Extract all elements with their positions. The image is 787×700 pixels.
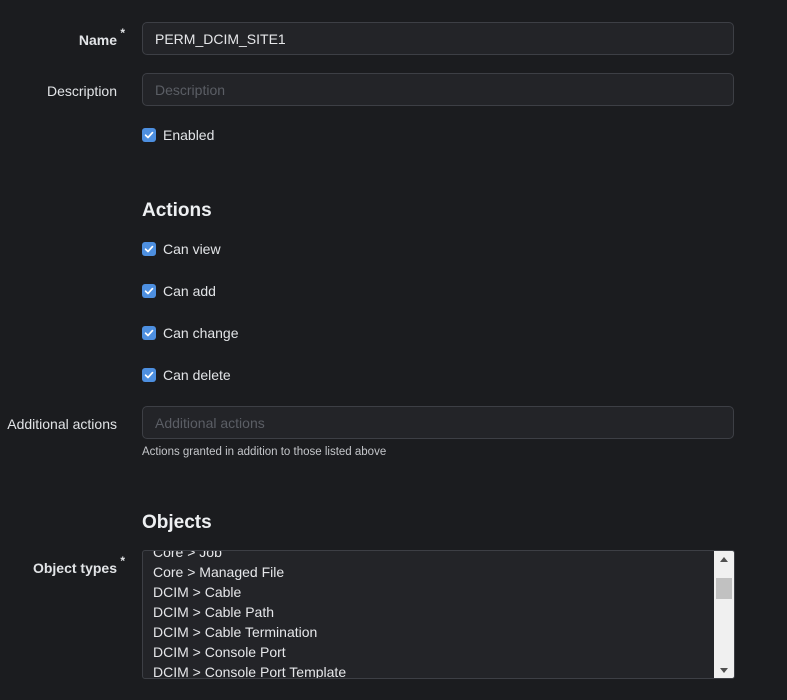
name-input[interactable] (142, 22, 734, 55)
enabled-checkbox-row[interactable]: Enabled (142, 126, 214, 144)
can-add-checkbox-row[interactable]: Can add (142, 282, 216, 300)
enabled-label: Enabled (163, 127, 215, 143)
list-item[interactable]: Core > Job (143, 551, 714, 562)
can-change-checkbox-row[interactable]: Can change (142, 324, 239, 342)
checkmark-icon (144, 329, 154, 337)
description-label: Description (46, 83, 117, 99)
required-asterisk: * (120, 554, 125, 568)
object-types-label: Object types * (32, 554, 125, 576)
additional-actions-label: Additional actions (7, 416, 117, 432)
can-view-label: Can view (163, 241, 221, 257)
list-item[interactable]: DCIM > Console Port (143, 642, 714, 662)
list-item[interactable]: DCIM > Cable (143, 582, 714, 602)
objects-section-title: Objects (142, 512, 212, 533)
checkmark-icon (144, 287, 154, 295)
can-delete-checkbox[interactable] (142, 368, 156, 382)
can-add-label: Can add (163, 283, 216, 299)
list-item[interactable]: Core > Managed File (143, 562, 714, 582)
checkmark-icon (144, 371, 154, 379)
object-types-options: Core > Job Core > Managed File DCIM > Ca… (143, 551, 714, 678)
name-label: Name * (78, 26, 125, 48)
description-input[interactable] (142, 73, 734, 106)
can-change-checkbox[interactable] (142, 326, 156, 340)
can-view-checkbox-row[interactable]: Can view (142, 240, 221, 258)
can-view-checkbox[interactable] (142, 242, 156, 256)
list-item[interactable]: DCIM > Console Port Template (143, 662, 714, 678)
list-item[interactable]: DCIM > Cable Termination (143, 622, 714, 642)
scroll-up-arrow-icon[interactable] (714, 551, 734, 567)
can-delete-checkbox-row[interactable]: Can delete (142, 366, 231, 384)
required-asterisk: * (120, 26, 125, 40)
can-change-label: Can change (163, 325, 239, 341)
object-types-listbox[interactable]: Core > Job Core > Managed File DCIM > Ca… (142, 550, 735, 679)
can-delete-label: Can delete (163, 367, 231, 383)
actions-section-title: Actions (142, 200, 212, 221)
enabled-checkbox[interactable] (142, 128, 156, 142)
scrollbar-thumb[interactable] (716, 578, 732, 599)
additional-actions-input[interactable] (142, 406, 734, 439)
scroll-down-arrow-icon[interactable] (714, 662, 734, 678)
can-add-checkbox[interactable] (142, 284, 156, 298)
checkmark-icon (144, 131, 154, 139)
listbox-scrollbar[interactable] (714, 551, 734, 678)
list-item[interactable]: DCIM > Cable Path (143, 602, 714, 622)
checkmark-icon (144, 245, 154, 253)
additional-actions-help-text: Actions granted in addition to those lis… (142, 446, 387, 458)
permission-form: Name* Description Enabled Actions Can vi… (0, 0, 787, 700)
